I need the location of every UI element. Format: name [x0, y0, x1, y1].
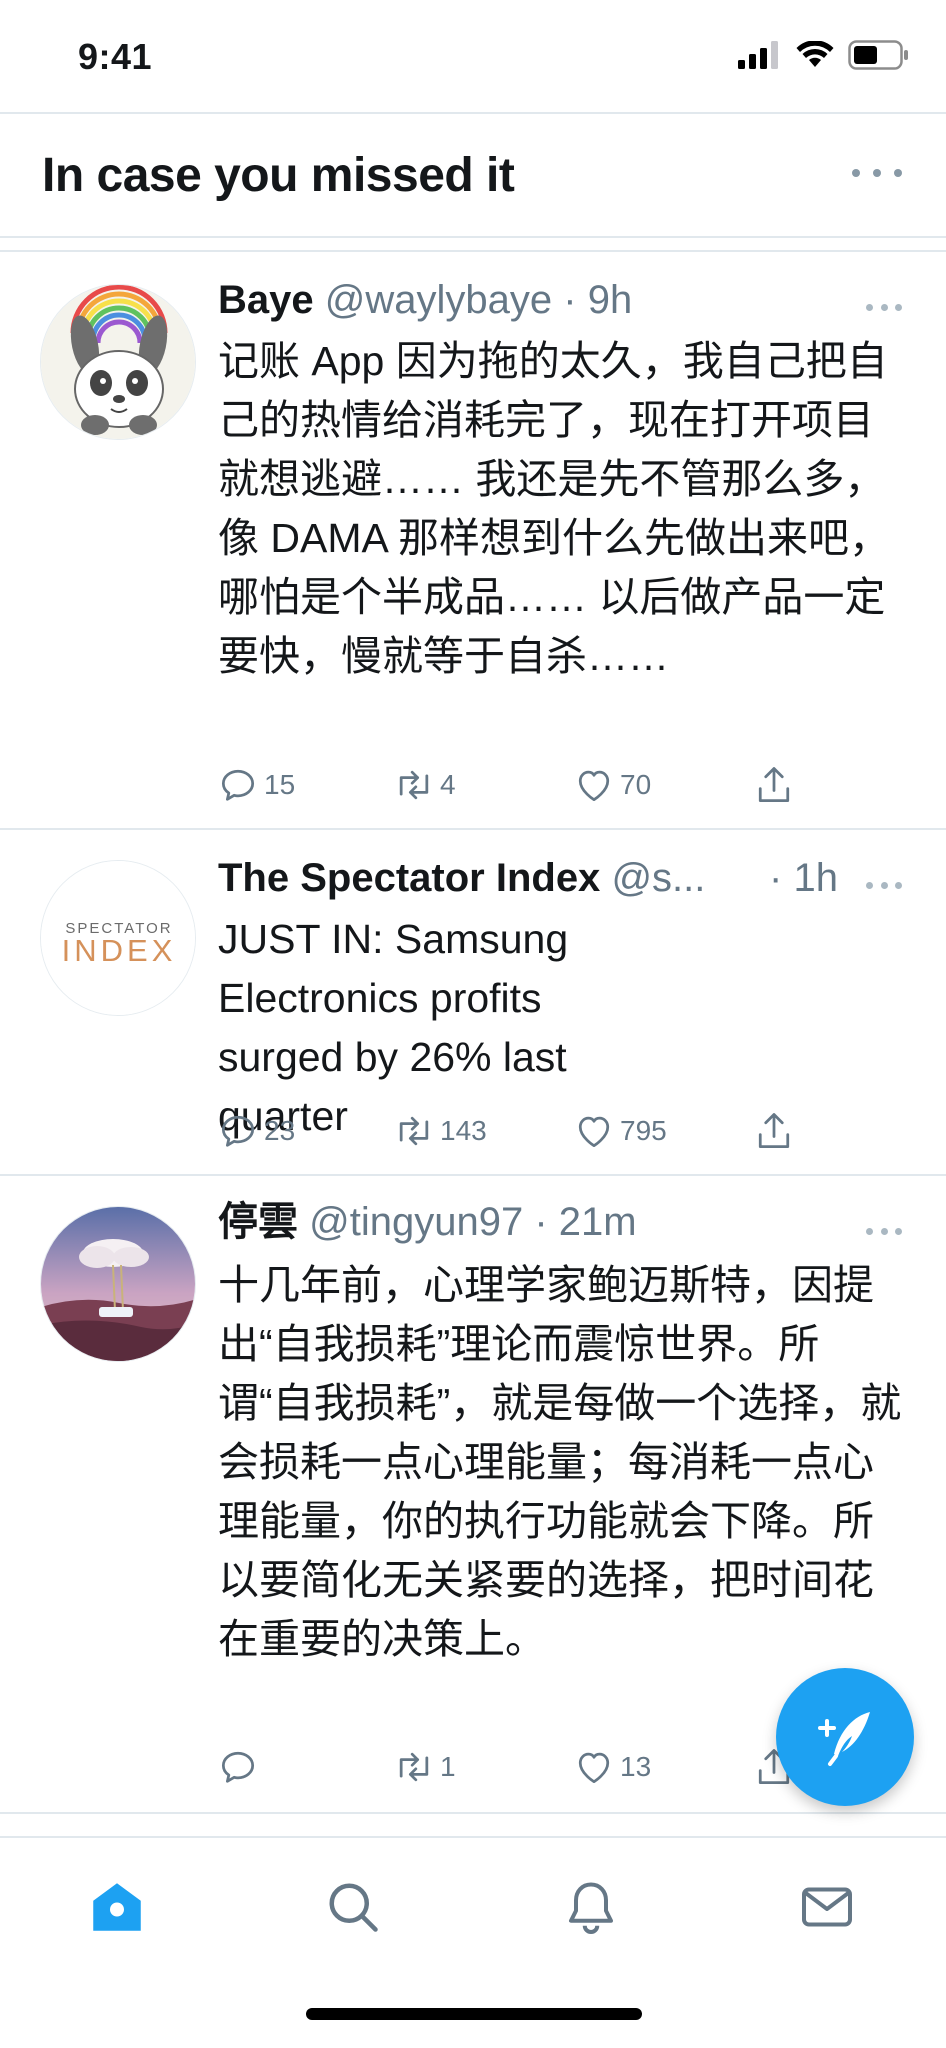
tweet-actions: 1 13: [216, 1742, 816, 1792]
home-icon: [93, 1883, 141, 1931]
retweet-button[interactable]: 4: [392, 760, 456, 810]
tweet-text: 十几年前，心理学家鲍迈斯特，因提出“自我损耗”理论而震惊世界。所谓“自我损耗”，…: [218, 1262, 902, 1662]
status-icons: [738, 40, 910, 70]
tweet-more-icon[interactable]: [866, 1226, 902, 1236]
page-header: In case you missed it: [0, 112, 946, 238]
tab-messages[interactable]: [792, 1872, 862, 1942]
reply-icon: [221, 769, 255, 801]
retweet-button[interactable]: 1: [392, 1742, 456, 1792]
retweet-count: 143: [440, 1115, 487, 1146]
display-name[interactable]: 停雲: [218, 1200, 298, 1244]
like-button[interactable]: 795: [572, 1106, 667, 1156]
compose-tweet-icon: [818, 1712, 870, 1766]
time-separator: ·: [769, 856, 783, 900]
avatar[interactable]: [40, 1206, 196, 1362]
avatar[interactable]: [40, 284, 196, 440]
reply-button[interactable]: 15: [216, 760, 295, 810]
like-count: 13: [620, 1751, 652, 1782]
share-icon: [758, 1113, 790, 1148]
tweet[interactable]: SPECTATOR INDEX The Spectator Index @s..…: [0, 830, 946, 1176]
messages-icon: [801, 1887, 852, 1927]
tweet-time: 9h: [587, 278, 633, 322]
tweet-header: Baye @waylybaye · 9h: [218, 276, 826, 324]
tab-home[interactable]: [82, 1872, 152, 1942]
heart-icon: [578, 1752, 610, 1784]
tweet-more-icon[interactable]: [866, 302, 902, 312]
like-count: 795: [620, 1115, 667, 1146]
panda-avatar-image: [41, 285, 195, 439]
spectator-index-logo: SPECTATOR INDEX: [41, 861, 195, 1015]
user-handle[interactable]: @tingyun97: [309, 1200, 523, 1244]
tweet-actions: 15 4 70: [216, 760, 816, 810]
reply-button[interactable]: 23: [216, 1106, 295, 1156]
retweet-count: 1: [440, 1751, 456, 1782]
share-button[interactable]: [752, 1106, 796, 1156]
cloud-landscape-avatar-image: [41, 1207, 195, 1361]
share-icon: [758, 767, 790, 802]
share-button[interactable]: [752, 760, 796, 810]
heart-icon: [578, 1116, 610, 1148]
retweet-button[interactable]: 143: [392, 1106, 487, 1156]
tweet-header: 停雲 @tingyun97 · 21m: [218, 1198, 826, 1246]
reply-count: 23: [264, 1115, 296, 1146]
tweet-actions: 23 143 795: [216, 1106, 816, 1156]
tweet-time: 1h: [793, 856, 839, 900]
reply-icon: [221, 1751, 255, 1783]
user-handle[interactable]: @s...: [611, 856, 705, 900]
retweet-icon: [399, 1116, 429, 1146]
avatar[interactable]: SPECTATOR INDEX: [40, 860, 196, 1016]
time-separator: ·: [563, 278, 577, 322]
tweet-header: The Spectator Index @s...: [218, 854, 756, 902]
tweet-more-icon[interactable]: [866, 880, 902, 890]
notifications-icon: [569, 1882, 613, 1934]
svg-text:INDEX: INDEX: [62, 933, 177, 968]
like-button[interactable]: 70: [572, 760, 651, 810]
tweet-time-group: · 1h: [769, 854, 838, 902]
battery-icon: [848, 40, 908, 70]
tab-search[interactable]: [318, 1872, 388, 1942]
more-options-icon[interactable]: [852, 158, 902, 188]
like-button[interactable]: 13: [572, 1742, 651, 1792]
user-handle[interactable]: @waylybaye: [325, 278, 552, 322]
reply-button[interactable]: [216, 1742, 264, 1792]
tweet-time: 21m: [558, 1200, 637, 1244]
reply-count: 15: [264, 769, 296, 800]
heart-icon: [578, 770, 610, 802]
home-indicator[interactable]: [306, 2008, 642, 2020]
signal-icon: [738, 41, 778, 69]
retweet-icon: [399, 1752, 429, 1782]
tweet-text: 记账 App 因为拖的太久，我自己把自己的热情给消耗完了，现在打开项目就想逃避……: [218, 338, 890, 679]
wifi-icon: [796, 41, 834, 67]
tab-notifications[interactable]: [556, 1872, 626, 1942]
time-separator: ·: [534, 1200, 548, 1244]
tweet[interactable]: Baye @waylybaye · 9h 记账 App 因为拖的太久，我自己把自…: [0, 252, 946, 830]
page-title: In case you missed it: [42, 149, 515, 202]
status-bar: 9:41: [0, 0, 946, 112]
like-count: 70: [620, 769, 652, 800]
search-icon: [329, 1883, 378, 1932]
retweet-icon: [399, 770, 429, 800]
reply-icon: [221, 1115, 255, 1147]
display-name[interactable]: The Spectator Index: [218, 856, 600, 900]
display-name[interactable]: Baye: [218, 278, 314, 322]
retweet-count: 4: [440, 769, 456, 800]
compose-tweet-button[interactable]: [776, 1668, 914, 1806]
status-time: 9:41: [78, 36, 153, 77]
